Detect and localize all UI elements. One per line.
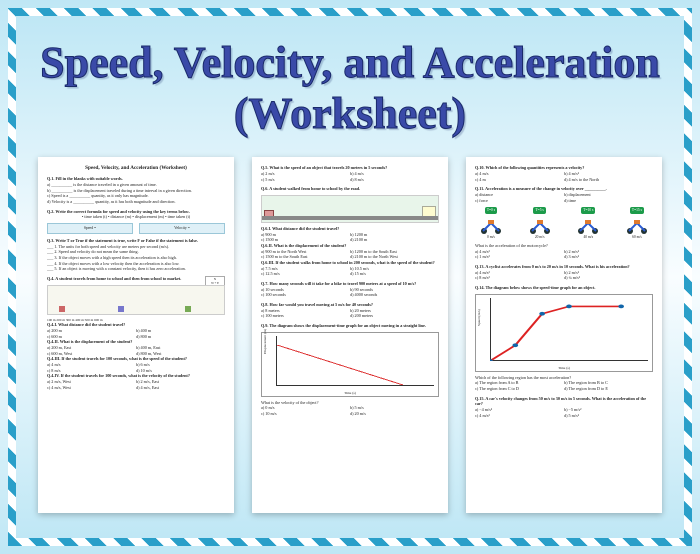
bike-0-val: 0 m/s <box>475 235 507 240</box>
q14: Q.14. The diagram below shows the speed-… <box>475 285 653 392</box>
q7-c: c) 100 seconds <box>261 292 350 298</box>
q10: Q.10. Which of the following quantities … <box>475 165 653 182</box>
bike-0: T=0 s 0 m/s <box>475 207 507 240</box>
q8-d: d) 200 meters <box>350 313 439 319</box>
q14-ylabel: Speed (m/s) <box>477 310 482 327</box>
bike-2-val: 40 m/s <box>572 235 604 240</box>
q6: Q.6. A student walked from home to schoo… <box>261 186 439 277</box>
q9-ylabel: Displacement (m) <box>263 329 268 354</box>
q4ii-opts: a) 200 m, East b) 400 m, East c) 600 m, … <box>47 345 225 356</box>
bike-0-tag: T=0 s <box>485 207 497 214</box>
worksheet-page-2: Q.5. What is the speed of an object that… <box>252 157 448 513</box>
q6-head: Q.6. A student walked from home to schoo… <box>261 186 439 192</box>
q12-c: c) 1 m/s² <box>475 254 564 260</box>
bike-1: T=5 s 20 m/s <box>524 207 556 240</box>
worksheet-page-3: Q.10. Which of the following quantities … <box>466 157 662 513</box>
pages-row: Speed, Velocity, and Acceleration (Works… <box>16 149 684 513</box>
q4iv-opts: a) 2 m/s, West b) 2 m/s, East c) 4 m/s, … <box>47 379 225 390</box>
q4i-opts: a) 200 m b) 400 m c) 600 m d) 800 m <box>47 328 225 339</box>
q2-terms: • time taken (t) • distance (m) • displa… <box>47 214 225 220</box>
q9-c: c) 10 m/s <box>261 411 350 417</box>
motorcycle-icon <box>526 215 554 235</box>
q3: Q.3. Write T or True if the statement is… <box>47 238 225 272</box>
q9-d: d) 20 m/s <box>350 411 439 417</box>
q4iii-opts: a) 4 m/s b) 6 m/s c) 8 m/s d) 10 m/s <box>47 362 225 373</box>
q7-d: d) 4000 seconds <box>350 292 439 298</box>
bike-3: T=15 s 60 m/s <box>621 207 653 240</box>
q11-d: d) time <box>564 198 653 204</box>
motorcycle-row: T=0 s 0 m/s T=5 s 20 m/s T=10 s 40 m/s <box>475 207 653 240</box>
bike-1-tag: T=5 s <box>533 207 545 214</box>
motorcycle-icon <box>623 215 651 235</box>
motorcycle-icon <box>477 215 505 235</box>
q8-c: c) 100 meters <box>261 313 350 319</box>
q5-c: c) 5 m/s <box>261 177 350 183</box>
q10-c: c) 4 m <box>475 177 564 183</box>
speed-time-chart: Speed (m/s) Time (s) <box>475 294 653 372</box>
q15: Q.15. A car's velocity changes from 50 m… <box>475 396 653 419</box>
q12-d: d) 3 m/s² <box>564 254 653 260</box>
bike-1-val: 20 m/s <box>524 235 556 240</box>
q13-c: c) 8 m/s² <box>475 275 564 281</box>
q13: Q.13. A cyclist accelerates from 0 m/s t… <box>475 264 653 281</box>
q11-c: c) force <box>475 198 564 204</box>
q14-c: c) The region from C to D <box>475 386 564 392</box>
page-title: Speed, Velocity, and Acceleration (Works… <box>16 16 684 149</box>
q13-d: d) ¼ m/s² <box>564 275 653 281</box>
q14-head: Q.14. The diagram below shows the speed-… <box>475 285 653 291</box>
velocity-formula-box: Velocity = <box>139 223 225 234</box>
q9-xlabel: Time (s) <box>344 391 356 396</box>
q14-d: d) The region from D to E <box>564 386 653 392</box>
q6-diagram: 900 m <box>261 195 439 223</box>
q4-head: Q.4. A student travels from home to scho… <box>47 276 225 282</box>
q6iii-d: d) 15 m/s <box>350 271 439 277</box>
displacement-time-chart: Displacement (m) Time (s) <box>261 332 439 397</box>
bike-3-val: 60 m/s <box>621 235 653 240</box>
q14-xlabel: Time (s) <box>558 366 570 371</box>
q6i-d: d) 2100 m <box>350 237 439 243</box>
worksheet-page-1: Speed, Velocity, and Acceleration (Works… <box>38 157 234 513</box>
q10-d: d) 4 m/s to the North <box>564 177 653 183</box>
q2: Q.2. Write the correct formula for speed… <box>47 209 225 234</box>
q7: Q.7. How many seconds will it take for a… <box>261 281 439 298</box>
q9: Q.9. The diagram shows the displacement-… <box>261 323 439 417</box>
bike-3-tag: T=15 s <box>630 207 644 214</box>
motorcycle-icon <box>574 215 602 235</box>
q4iv-c: c) 4 m/s, West <box>47 385 136 391</box>
q9-head: Q.9. The diagram shows the displacement-… <box>261 323 439 329</box>
q4-diagram <box>47 285 225 315</box>
q4iv-d: d) 4 m/s, East <box>136 385 225 391</box>
q5-d: d) 8 m/s <box>350 177 439 183</box>
q8: Q.8. How far would you travel moving at … <box>261 302 439 319</box>
q4i-d: d) 800 m <box>136 334 225 340</box>
q5: Q.5. What is the speed of an object that… <box>261 165 439 182</box>
bike-2-tag: T=10 s <box>581 207 595 214</box>
q4: NW + ES Q.4. A student travels from home… <box>47 276 225 390</box>
q3-5: ___ 5. If an object is moving with a con… <box>47 266 225 272</box>
q1: Q.1. Fill in the blanks with suitable wo… <box>47 176 225 204</box>
q6iii-c: c) 12.5 m/s <box>261 271 350 277</box>
bike-2: T=10 s 40 m/s <box>572 207 604 240</box>
speed-formula-box: Speed = <box>47 223 133 234</box>
page1-heading: Speed, Velocity, and Acceleration (Works… <box>47 165 225 172</box>
q15-c: c) 4 m/s² <box>475 413 564 419</box>
q15-head: Q.15. A car's velocity changes from 50 m… <box>475 396 653 407</box>
q11: Q.11. Acceleration is a measure of the c… <box>475 186 653 203</box>
q1-d: d) Velocity is a __________ quantity, as… <box>47 199 225 205</box>
worksheet-frame: Speed, Velocity, and Acceleration (Works… <box>8 8 692 546</box>
q15-d: d) 5 m/s² <box>564 413 653 419</box>
q12: T=0 s 0 m/s T=5 s 20 m/s T=10 s 40 m/s <box>475 207 653 260</box>
